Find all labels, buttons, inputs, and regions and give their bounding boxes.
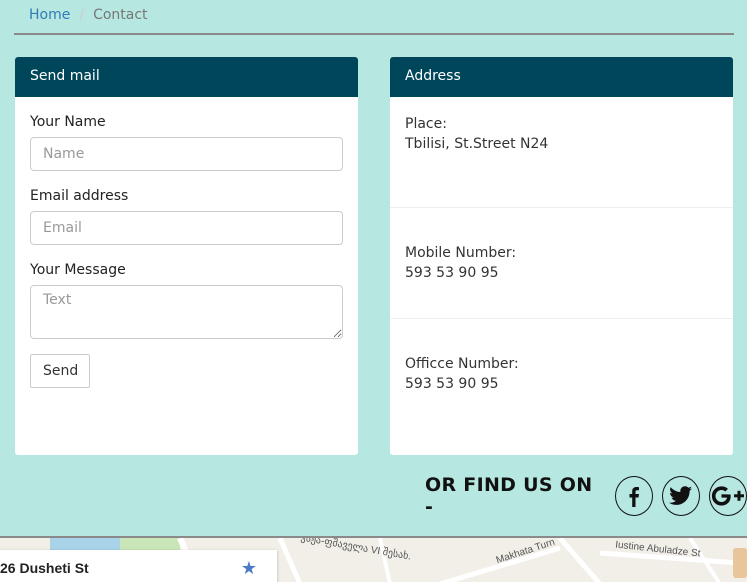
breadcrumb-separator: / [79,7,85,23]
mobile-value: 593 53 90 95 [405,265,499,281]
message-label: Your Message [30,262,126,278]
send-mail-panel: Send mail Your Name Email address Your M… [15,57,358,455]
office-value: 593 53 90 95 [405,376,499,392]
name-label: Your Name [30,114,106,130]
office-item: Officce Number: 593 53 90 95 [390,319,733,430]
contact-form: Your Name Email address Your Message Sen… [15,97,358,388]
breadcrumb-home-link[interactable]: Home [29,7,70,23]
send-button[interactable]: Send [30,354,90,388]
email-label: Email address [30,188,129,204]
twitter-icon[interactable] [662,476,701,516]
map-place-card[interactable]: 26 Dusheti St ★ [0,550,277,582]
address-heading: Address [390,57,733,97]
find-us-text: OR FIND US ON - [425,474,593,518]
name-input[interactable] [30,137,343,171]
email-input[interactable] [30,211,343,245]
place-item: Place: Tbilisi, St.Street N24 [390,97,733,208]
breadcrumb-current: Contact [93,7,148,23]
place-label: Place: [405,116,447,132]
address-panel: Address Place: Tbilisi, St.Street N24 Mo… [390,57,733,455]
breadcrumb: Home / Contact [14,0,734,35]
pegman-icon[interactable] [733,548,747,578]
place-value: Tbilisi, St.Street N24 [405,136,549,152]
office-label: Officce Number: [405,356,519,372]
star-icon[interactable]: ★ [241,558,257,579]
mobile-label: Mobile Number: [405,245,517,261]
map-place-title: 26 Dusheti St [0,560,89,576]
message-textarea[interactable] [30,285,343,339]
google-plus-icon[interactable] [709,476,747,516]
map[interactable]: ვაჟა-ფშაველა VI შესახ. Makhata Turn Iust… [0,536,747,582]
send-mail-heading: Send mail [15,57,358,97]
mobile-item: Mobile Number: 593 53 90 95 [390,208,733,319]
facebook-icon[interactable] [615,476,654,516]
find-us-section: OR FIND US ON - [425,474,747,518]
